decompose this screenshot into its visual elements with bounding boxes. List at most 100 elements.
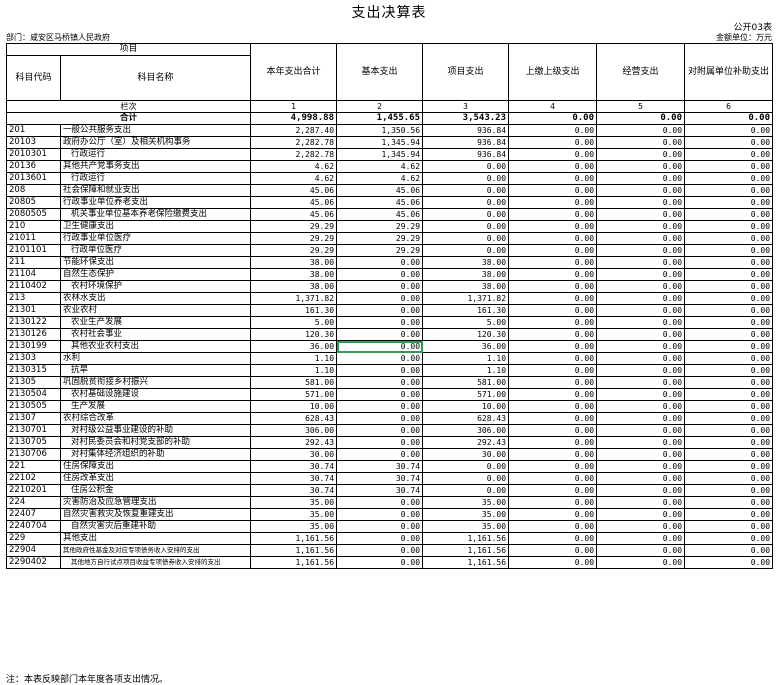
amount-cell[interactable]: 0.00 [336,496,424,509]
subject-code-cell[interactable]: 2080505 [6,208,61,221]
subject-name-cell[interactable]: 农业生产发展 [59,316,252,329]
amount-cell[interactable]: 0.00 [508,484,598,497]
header-col-operating[interactable]: 经营支出 [596,43,686,101]
amount-cell[interactable]: 35.00 [422,508,510,521]
amount-cell[interactable]: 292.43 [422,436,510,449]
header-name[interactable]: 科目名称 [59,55,252,101]
amount-cell[interactable]: 120.30 [250,328,338,341]
amount-cell[interactable]: 0.00 [336,364,424,377]
amount-cell[interactable]: 0.00 [336,352,424,365]
amount-cell[interactable]: 628.43 [422,412,510,425]
amount-cell[interactable]: 38.00 [250,268,338,281]
amount-cell[interactable]: 0.00 [422,208,510,221]
amount-cell[interactable]: 29.29 [336,220,424,233]
amount-cell[interactable]: 0.00 [422,196,510,209]
amount-cell[interactable]: 0.00 [336,376,424,389]
amount-cell[interactable]: 0.00 [596,316,686,329]
amount-cell[interactable]: 0.00 [508,136,598,149]
header-code[interactable]: 科目代码 [6,55,61,101]
amount-cell[interactable]: 0.00 [596,244,686,257]
subject-name-cell[interactable]: 其他政府性基金及对应专项债务收入安排的支出 [59,544,252,557]
amount-cell[interactable]: 0.00 [684,388,774,401]
subject-name-cell[interactable]: 巩固脱贫衔接乡村振兴 [59,376,252,389]
amount-cell[interactable]: 0.00 [684,124,774,137]
total-cell[interactable]: 0.00 [684,112,774,125]
subject-code-cell[interactable]: 2130706 [6,448,61,461]
subject-name-cell[interactable]: 农村社会事业 [59,328,252,341]
amount-cell[interactable]: 0.00 [596,400,686,413]
amount-cell[interactable]: 10.00 [422,400,510,413]
subject-code-cell[interactable]: 2130315 [6,364,61,377]
total-cell[interactable]: 4,998.88 [250,112,338,125]
amount-cell[interactable]: 30.00 [422,448,510,461]
amount-cell[interactable]: 0.00 [508,496,598,509]
subject-name-cell[interactable]: 农林水支出 [59,292,252,305]
subject-name-cell[interactable]: 农业农村 [59,304,252,317]
total-cell[interactable]: 0.00 [508,112,598,125]
subject-code-cell[interactable]: 2010301 [6,148,61,161]
amount-cell[interactable]: 0.00 [596,292,686,305]
amount-cell[interactable]: 0.00 [596,352,686,365]
subject-code-cell[interactable]: 21301 [6,304,61,317]
amount-cell[interactable]: 30.74 [250,484,338,497]
amount-cell[interactable]: 10.00 [250,400,338,413]
amount-cell[interactable]: 0.00 [684,376,774,389]
amount-cell[interactable]: 5.00 [250,316,338,329]
subject-name-cell[interactable]: 生产发展 [59,400,252,413]
amount-cell[interactable]: 0.00 [422,172,510,185]
amount-cell[interactable]: 1,161.56 [422,556,510,569]
subject-code-cell[interactable]: 2130705 [6,436,61,449]
subject-name-cell[interactable]: 对村集体经济组织的补助 [59,448,252,461]
amount-cell[interactable]: 0.00 [684,508,774,521]
amount-cell[interactable]: 38.00 [250,256,338,269]
subject-name-cell[interactable]: 住房改革支出 [59,472,252,485]
amount-cell[interactable]: 0.00 [596,148,686,161]
subject-code-cell[interactable]: 2130504 [6,388,61,401]
subject-code-cell[interactable]: 229 [6,532,61,545]
amount-cell[interactable]: 45.06 [250,208,338,221]
subject-name-cell[interactable]: 其他支出 [59,532,252,545]
amount-cell[interactable]: 0.00 [336,400,424,413]
amount-cell[interactable]: 0.00 [596,388,686,401]
amount-cell[interactable]: 36.00 [422,340,510,353]
amount-cell[interactable]: 581.00 [250,376,338,389]
index-cell[interactable]: 2 [336,100,424,113]
amount-cell[interactable]: 36.00 [250,340,338,353]
amount-cell[interactable]: 120.30 [422,328,510,341]
amount-cell[interactable]: 0.00 [684,532,774,545]
amount-cell[interactable]: 0.00 [508,388,598,401]
subject-name-cell[interactable]: 自然灾害救灾及恢复重建支出 [59,508,252,521]
amount-cell[interactable]: 0.00 [508,424,598,437]
subject-name-cell[interactable]: 卫生健康支出 [59,220,252,233]
amount-cell[interactable]: 0.00 [508,148,598,161]
amount-cell[interactable]: 0.00 [336,520,424,533]
amount-cell[interactable]: 1,350.56 [336,124,424,137]
amount-cell[interactable]: 0.00 [684,136,774,149]
amount-cell[interactable]: 0.00 [596,172,686,185]
amount-cell[interactable]: 1,345.94 [336,148,424,161]
amount-cell[interactable]: 0.00 [508,472,598,485]
amount-cell[interactable]: 1,371.82 [422,292,510,305]
amount-cell[interactable]: 0.00 [596,160,686,173]
amount-cell[interactable]: 936.84 [422,148,510,161]
amount-cell[interactable]: 0.00 [422,160,510,173]
amount-cell[interactable]: 0.00 [684,412,774,425]
amount-cell[interactable]: 1,371.82 [250,292,338,305]
amount-cell[interactable]: 0.00 [684,256,774,269]
amount-cell[interactable]: 571.00 [422,388,510,401]
amount-cell[interactable]: 0.00 [596,328,686,341]
subject-code-cell[interactable]: 2130701 [6,424,61,437]
amount-cell[interactable]: 0.00 [508,316,598,329]
amount-cell[interactable]: 4.62 [336,160,424,173]
amount-cell[interactable]: 0.00 [422,220,510,233]
subject-name-cell[interactable]: 其他地方自行试点项目收益专项债券收入安排的支出 [59,556,252,569]
amount-cell[interactable]: 35.00 [250,520,338,533]
total-cell[interactable]: 3,543.23 [422,112,510,125]
subject-code-cell[interactable]: 22904 [6,544,61,557]
amount-cell[interactable]: 0.00 [596,412,686,425]
amount-cell[interactable]: 1.10 [422,352,510,365]
amount-cell[interactable]: 0.00 [336,424,424,437]
index-cell[interactable]: 6 [684,100,774,113]
amount-cell[interactable]: 0.00 [508,196,598,209]
amount-cell[interactable]: 0.00 [508,520,598,533]
